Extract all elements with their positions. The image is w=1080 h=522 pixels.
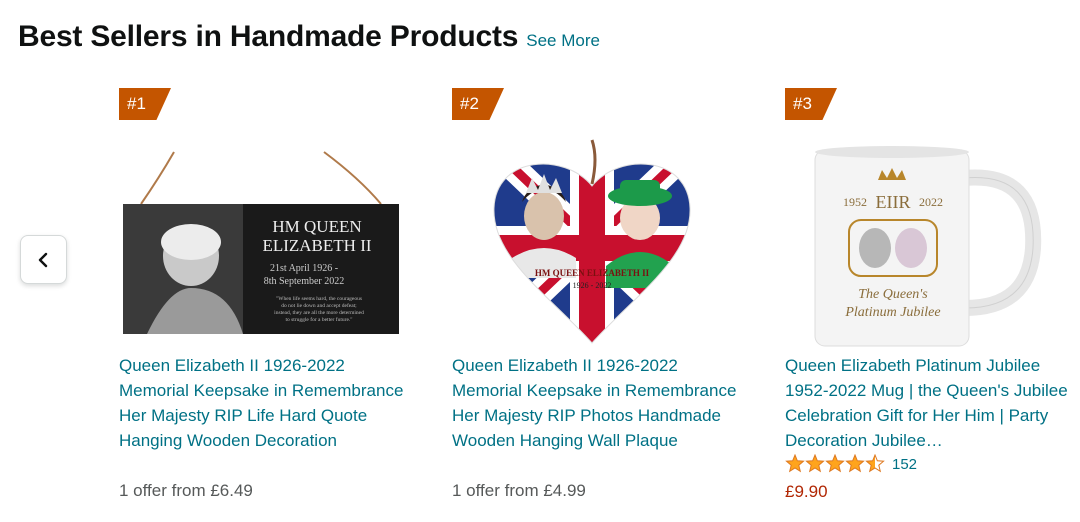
offer-text: 1 offer from £4.99: [452, 481, 586, 500]
svg-text:HM QUEEN: HM QUEEN: [272, 217, 361, 236]
product-image[interactable]: HM QUEEN ELIZABETH II 21st April 1926 - …: [119, 138, 419, 348]
svg-text:"When life seems hard, the cou: "When life seems hard, the courageous: [276, 295, 362, 302]
svg-text:HM QUEEN ELIZABETH II: HM QUEEN ELIZABETH II: [535, 268, 650, 278]
section-header: Best Sellers in Handmade Products See Mo…: [18, 20, 600, 54]
svg-text:1952: 1952: [843, 195, 867, 209]
rating-count[interactable]: 152: [892, 456, 917, 473]
svg-text:8th September 2022: 8th September 2022: [264, 276, 345, 287]
svg-text:instead, they are all the more: instead, they are all the more determine…: [274, 310, 364, 316]
star-icon: [865, 454, 885, 473]
product-title-link[interactable]: Queen Elizabeth Platinum Jubilee 1952-20…: [785, 353, 1077, 453]
svg-text:do not lie down and accept def: do not lie down and accept defeat;: [281, 302, 357, 309]
offer-text: 1 offer from £6.49: [119, 481, 253, 500]
carousel-prev-button[interactable]: [20, 235, 67, 284]
see-more-link[interactable]: See More: [526, 31, 600, 51]
svg-text:EIIR: EIIR: [876, 192, 911, 212]
product-image[interactable]: HM QUEEN ELIZABETH II 1926 - 2022: [452, 138, 752, 348]
product-image[interactable]: 1952 EIIR 2022 The Queen's Platinum Jubi…: [785, 138, 1080, 348]
svg-text:1926 - 2022: 1926 - 2022: [573, 281, 612, 290]
rank-badge: #1: [119, 88, 171, 120]
star-icon: [805, 454, 825, 473]
price: £9.90: [785, 482, 828, 501]
svg-text:ELIZABETH II: ELIZABETH II: [262, 236, 371, 255]
rank-badge: #3: [785, 88, 837, 120]
star-icon: [845, 454, 865, 473]
product-title-link[interactable]: Queen Elizabeth II 1926-2022 Memorial Ke…: [119, 353, 411, 453]
svg-text:The Queen's: The Queen's: [858, 287, 928, 302]
svg-text:Platinum Jubilee: Platinum Jubilee: [844, 305, 940, 320]
rank-badge: #2: [452, 88, 504, 120]
svg-text:2022: 2022: [919, 195, 943, 209]
svg-text:to struggle for a better futur: to struggle for a better future.": [286, 316, 353, 323]
svg-text:21st April 1926 -: 21st April 1926 -: [270, 263, 338, 274]
star-icon: [825, 454, 845, 473]
rating-stars: [785, 454, 885, 473]
product-title-link[interactable]: Queen Elizabeth II 1926-2022 Memorial Ke…: [452, 353, 744, 453]
star-icon: [785, 454, 805, 473]
star-rating[interactable]: 152: [785, 454, 917, 474]
chevron-left-icon: [38, 252, 47, 267]
section-title: Best Sellers in Handmade Products: [18, 20, 519, 53]
